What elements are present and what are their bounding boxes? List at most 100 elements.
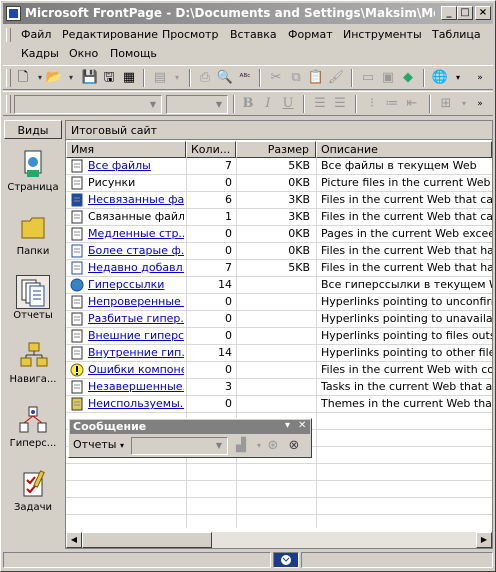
view-hyperlinks[interactable]: Гиперс... [4, 398, 62, 460]
table-row[interactable]: Более старые ф... 0 0KB Files in the curren… [66, 243, 492, 260]
print-preview-icon[interactable]: 🔍 [216, 69, 234, 87]
row-name[interactable]: Несвязанные фай... [88, 192, 184, 208]
borders-icon[interactable]: ⊞ [437, 95, 455, 113]
toolbar-options-icon[interactable]: ▾ [285, 420, 290, 431]
row-name[interactable]: Ошибки компоне... [88, 362, 184, 378]
hyperlink-dropdown-icon[interactable]: ▾ [449, 69, 467, 87]
toolbar-overflow-icon[interactable]: » [471, 69, 489, 87]
toolbar-close-icon[interactable]: ✕ [298, 420, 306, 431]
table-row[interactable]: Медленные стр... 0 0KB Pages in the current… [66, 226, 492, 243]
table-row[interactable]: Связанные файлы 1 3KB Files in the current … [66, 209, 492, 226]
table-row[interactable]: Рисунки 0 0KB Picture files in the current … [66, 175, 492, 192]
table-row[interactable]: Несвязанные фай... 6 3KB Files in the curre… [66, 192, 492, 209]
folder-list-icon[interactable]: ▦ [120, 69, 138, 87]
table-row[interactable]: Непроверенные ... 0 Hyperlinks pointing to… [66, 294, 492, 311]
table-row[interactable]: Внешние гиперс... 0 Hyperlinks pointing to… [66, 328, 492, 345]
table-row[interactable]: Внутренние гип... 14 Hyperlinks pointing t… [66, 345, 492, 362]
column-header-description[interactable]: Описание [316, 141, 492, 158]
row-name[interactable]: Незавершенные... [88, 379, 184, 395]
title-bar[interactable]: Microsoft FrontPage - D:\Documents and S… [3, 3, 493, 24]
menu-view[interactable]: Просмотр [158, 27, 222, 42]
row-name[interactable]: Разбитые гипер... [88, 311, 184, 327]
row-name[interactable]: Более старые ф... [88, 243, 184, 259]
open-folder-icon[interactable]: 📂 [45, 69, 63, 87]
table-row[interactable]: Разбитые гипер... 0 Hyperlinks pointing to… [66, 311, 492, 328]
row-name[interactable]: Непроверенные ... [88, 294, 184, 310]
save-icon[interactable]: 💾 [81, 69, 99, 87]
chevron-down-icon[interactable]: ▼ [212, 439, 226, 453]
font-combo[interactable]: ▼ [166, 95, 228, 114]
row-name[interactable]: Недавно добавл... [88, 260, 184, 276]
italic-icon[interactable]: I [259, 95, 277, 113]
verify-hyperlinks-icon[interactable]: ⊛ [264, 437, 282, 455]
toolbar-overflow-icon[interactable]: » [471, 95, 489, 113]
scroll-right-icon[interactable]: ▶ [476, 532, 492, 548]
view-tasks[interactable]: Задачи [4, 462, 62, 524]
toolbar-grip[interactable] [6, 69, 11, 87]
maximize-button[interactable]: □ [457, 6, 473, 20]
menu-format[interactable]: Формат [284, 27, 337, 42]
menu-help[interactable]: Помощь [106, 46, 161, 61]
table-row[interactable]: Незавершенные... 3 Tasks in the current We… [66, 379, 492, 396]
row-name[interactable]: Медленные стр... [88, 226, 184, 242]
view-navigation[interactable]: Навига... [4, 334, 62, 396]
menu-tools[interactable]: Инструменты [339, 27, 426, 42]
row-name[interactable]: Гиперссылки [88, 277, 184, 293]
decrease-indent-icon[interactable]: ⇤ [403, 95, 421, 113]
column-header-size[interactable]: Размер [236, 141, 316, 158]
horizontal-scrollbar[interactable]: ◀ ▶ [66, 532, 492, 548]
menu-grip[interactable] [6, 28, 11, 42]
paste-icon[interactable]: 📋 [307, 69, 325, 87]
align-center-icon[interactable]: ☰ [331, 95, 349, 113]
row-name[interactable]: Внешние гиперс... [88, 328, 184, 344]
table-row[interactable]: Все файлы 7 5KB Все файлы в текущем Web [66, 158, 492, 175]
cut-icon[interactable]: ✂ [267, 69, 285, 87]
copy-icon[interactable]: ⧉ [287, 69, 305, 87]
new-page-icon[interactable]: 🗋 [14, 69, 32, 87]
view-folders[interactable]: Папки [4, 206, 62, 268]
menu-file[interactable]: Файл [17, 27, 55, 42]
scroll-thumb[interactable] [82, 532, 212, 548]
toolbar-grip[interactable] [6, 95, 11, 113]
menu-insert[interactable]: Вставка [226, 27, 281, 42]
insert-picture-icon[interactable]: ▣ [379, 69, 397, 87]
format-painter-icon[interactable]: 🖌 [327, 69, 345, 87]
views-dropdown-icon[interactable]: ▾ [168, 69, 186, 87]
view-reports[interactable]: Отчеты [4, 270, 62, 332]
frontpage-app-icon[interactable] [6, 6, 21, 21]
open-dropdown-icon[interactable]: ▾ [62, 69, 80, 87]
chevron-down-icon[interactable]: ▼ [212, 97, 226, 112]
print-icon[interactable]: ⎙ [196, 69, 214, 87]
menu-edit[interactable]: Редактирование [58, 27, 162, 42]
row-name[interactable]: Внутренние гип... [88, 345, 184, 361]
reporting-toolbar[interactable]: Сообщение ▾ ✕ Отчеты ▾ ▼ ▟ ▾ ⊛ ⊗ [68, 418, 312, 458]
table-row[interactable]: Недавно добавл... 7 5KB Files in the curren… [66, 260, 492, 277]
bold-icon[interactable]: B [239, 95, 257, 113]
table-row[interactable]: Неиспользуемы... 0 Themes in the current W… [66, 396, 492, 413]
style-combo[interactable]: ▼ [14, 95, 162, 114]
reports-dropdown[interactable]: Отчеты ▾ [73, 438, 124, 451]
insert-component-icon[interactable]: ▭ [359, 69, 377, 87]
align-left-icon[interactable]: ☰ [311, 95, 329, 113]
table-row[interactable]: Гиперссылки 14 Все гиперссылки в текущем W… [66, 277, 492, 294]
column-header-count[interactable]: Коли... [186, 141, 236, 158]
table-row[interactable]: Ошибки компоне... 0 Files in the current W… [66, 362, 492, 379]
spelling-icon[interactable]: ᴬᴮᶜ [236, 69, 254, 87]
hyperlink-globe-icon[interactable]: 🌐 [431, 69, 449, 87]
view-page[interactable]: Страница [4, 142, 62, 204]
scroll-left-icon[interactable]: ◀ [66, 532, 82, 548]
reporting-toolbar-title[interactable]: Сообщение [70, 420, 310, 434]
views-icon[interactable]: ▤ [151, 69, 169, 87]
numbering-icon[interactable]: ⁝ [363, 95, 381, 113]
publish-icon[interactable]: 🖫 [100, 69, 118, 87]
chevron-down-icon[interactable]: ▼ [146, 97, 160, 112]
row-name[interactable]: Все файлы [88, 158, 184, 174]
underline-icon[interactable]: U [279, 95, 297, 113]
bullets-icon[interactable]: ≔ [383, 95, 401, 113]
close-button[interactable]: × [475, 6, 491, 20]
column-header-name[interactable]: Имя [66, 141, 186, 158]
minimize-button[interactable]: _ [441, 6, 457, 20]
edit-hyperlink-icon[interactable]: ⊗ [285, 437, 303, 455]
insert-chart-icon[interactable]: ◆ [399, 69, 417, 87]
menu-table[interactable]: Таблица [428, 27, 485, 42]
